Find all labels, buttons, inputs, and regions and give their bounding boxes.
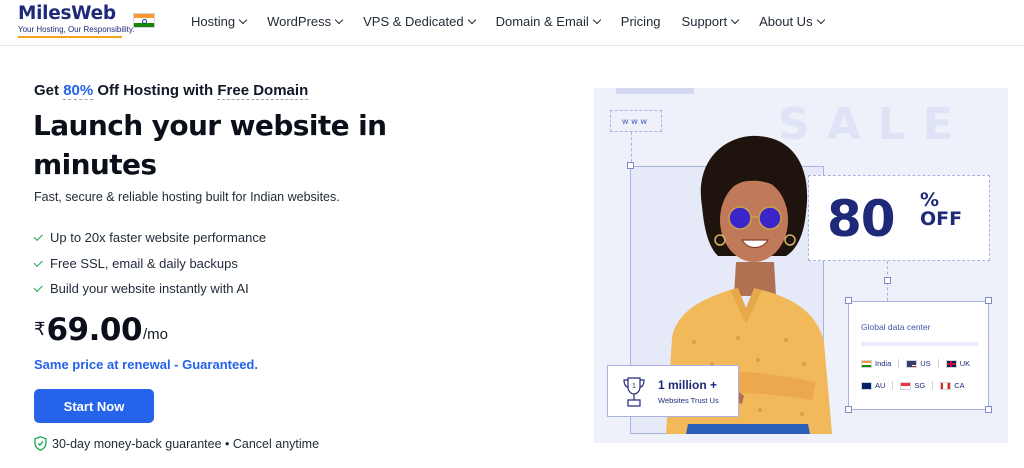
eyebrow-prefix: Get	[34, 82, 64, 99]
feature-text: Build your website instantly with AI	[50, 281, 249, 297]
location-label: CA	[954, 381, 965, 390]
location-india: India	[861, 359, 891, 368]
trust-label: Websites Trust Us	[658, 396, 719, 405]
hero-headline: Launch your website in minutes	[33, 109, 387, 181]
nav-pricing[interactable]: Pricing	[621, 14, 661, 29]
chevron-down-icon	[816, 15, 825, 25]
nav-label: About Us	[759, 14, 813, 29]
svg-text:1: 1	[632, 383, 636, 390]
divider	[892, 381, 894, 390]
data-center-card: Global data center India US UK AU SG CA	[848, 301, 989, 410]
nav-domain-email[interactable]: Domain & Email	[495, 14, 602, 29]
frame-handle	[627, 162, 634, 169]
logo-underline	[18, 36, 122, 38]
feature-text: Up to 20x faster website performance	[50, 230, 267, 246]
check-icon	[33, 257, 43, 267]
eyebrow-discount: 80%	[63, 82, 94, 100]
chevron-down-icon	[592, 15, 602, 25]
nav-label: Pricing	[620, 14, 661, 29]
main-nav: Hosting WordPress VPS & Dedicated Domain…	[191, 14, 845, 29]
hero-eyebrow: Get 80% Off Hosting with Free Domain	[34, 82, 309, 100]
frame-handle	[985, 406, 992, 413]
hero-illustration: www SALE 80 % OFF Global data center Ind…	[594, 88, 1008, 443]
mileswebs-logo[interactable]: MilesWeb Your Hosting, Our Responsibilit…	[18, 3, 135, 41]
location-label: SG	[914, 381, 926, 390]
location-label: India	[875, 359, 892, 368]
guarantee-text: 30-day money-back guarantee • Cancel any…	[52, 436, 320, 451]
location-label: UK	[959, 359, 971, 368]
money-back-guarantee: 30-day money-back guarantee • Cancel any…	[34, 436, 319, 451]
decorative-bar	[616, 88, 694, 94]
eyebrow-middle: Off Hosting with	[93, 82, 218, 99]
chevron-down-icon	[730, 15, 740, 25]
hero-subtext: Fast, secure & reliable hosting built fo…	[34, 190, 340, 204]
connector-line	[631, 132, 632, 162]
discount-number: 80	[827, 190, 896, 248]
data-center-title: Global data center	[861, 322, 931, 332]
logo-wordmark: MilesWeb	[18, 3, 116, 24]
data-center-row: AU SG CA	[861, 381, 972, 390]
frame-handle	[845, 297, 852, 304]
feature-text: Free SSL, email & daily backups	[50, 255, 238, 271]
uk-flag-icon	[945, 359, 957, 368]
data-center-row: India US UK	[861, 359, 977, 368]
price-amount: 69.00	[46, 312, 143, 348]
price-display: ₹ 69.00 /mo	[34, 312, 168, 348]
divider	[932, 381, 934, 390]
trust-count: 1 million +	[658, 378, 718, 392]
location-au: AU	[861, 381, 885, 390]
chevron-down-icon	[467, 15, 476, 25]
location-us: US	[906, 359, 931, 368]
nav-label: Domain & Email	[495, 14, 589, 29]
discount-card: 80 % OFF	[808, 175, 990, 261]
india-flag-icon	[861, 359, 872, 368]
logo-tagline: Your Hosting, Our Responsibility.	[18, 25, 135, 34]
eyebrow-free-domain: Free Domain	[217, 82, 309, 100]
nav-label: VPS & Dedicated	[363, 14, 464, 29]
nav-label: WordPress	[267, 14, 332, 29]
frame-handle	[985, 297, 992, 304]
nav-label: Support	[681, 14, 728, 29]
currency-symbol: ₹	[34, 319, 46, 339]
start-now-button[interactable]: Start Now	[34, 389, 154, 423]
discount-off-label: OFF	[920, 208, 963, 230]
frame-handle	[884, 277, 891, 284]
site-header: MilesWeb Your Hosting, Our Responsibilit…	[0, 0, 1024, 46]
trust-card: 1 1 million + Websites Trust Us	[607, 365, 739, 417]
nav-hosting[interactable]: Hosting	[191, 14, 248, 29]
frame-handle	[845, 406, 852, 413]
india-flag-icon[interactable]	[133, 13, 155, 28]
shield-check-icon	[34, 436, 47, 451]
us-flag-icon	[906, 359, 918, 368]
location-ca: CA	[940, 381, 965, 390]
check-icon	[33, 282, 43, 292]
nav-support[interactable]: Support	[681, 14, 740, 29]
chevron-down-icon	[334, 15, 344, 25]
chevron-down-icon	[238, 15, 248, 25]
divider	[861, 342, 978, 346]
divider	[898, 359, 900, 368]
location-sg: SG	[900, 381, 925, 390]
nav-wordpress[interactable]: WordPress	[267, 14, 344, 29]
location-uk: UK	[945, 359, 971, 368]
australia-flag-icon	[861, 381, 872, 390]
trophy-icon: 1	[623, 377, 645, 407]
nav-label: Hosting	[191, 14, 236, 29]
discount-percent: %	[920, 189, 940, 211]
location-label: AU	[875, 381, 886, 390]
renewal-guarantee: Same price at renewal - Guaranteed.	[34, 357, 258, 372]
feature-item: Build your website instantly with AI	[33, 276, 266, 302]
location-label: US	[920, 359, 931, 368]
check-icon	[33, 231, 43, 241]
feature-item: Up to 20x faster website performance	[33, 225, 267, 251]
feature-list: Up to 20x faster website performance Fre…	[33, 225, 267, 302]
feature-item: Free SSL, email & daily backups	[33, 251, 266, 277]
canada-flag-icon	[940, 381, 952, 390]
nav-about-us[interactable]: About Us	[759, 14, 825, 29]
divider	[937, 359, 939, 368]
price-period: /mo	[143, 326, 169, 343]
nav-vps-dedicated[interactable]: VPS & Dedicated	[363, 14, 476, 29]
singapore-flag-icon	[900, 381, 912, 390]
